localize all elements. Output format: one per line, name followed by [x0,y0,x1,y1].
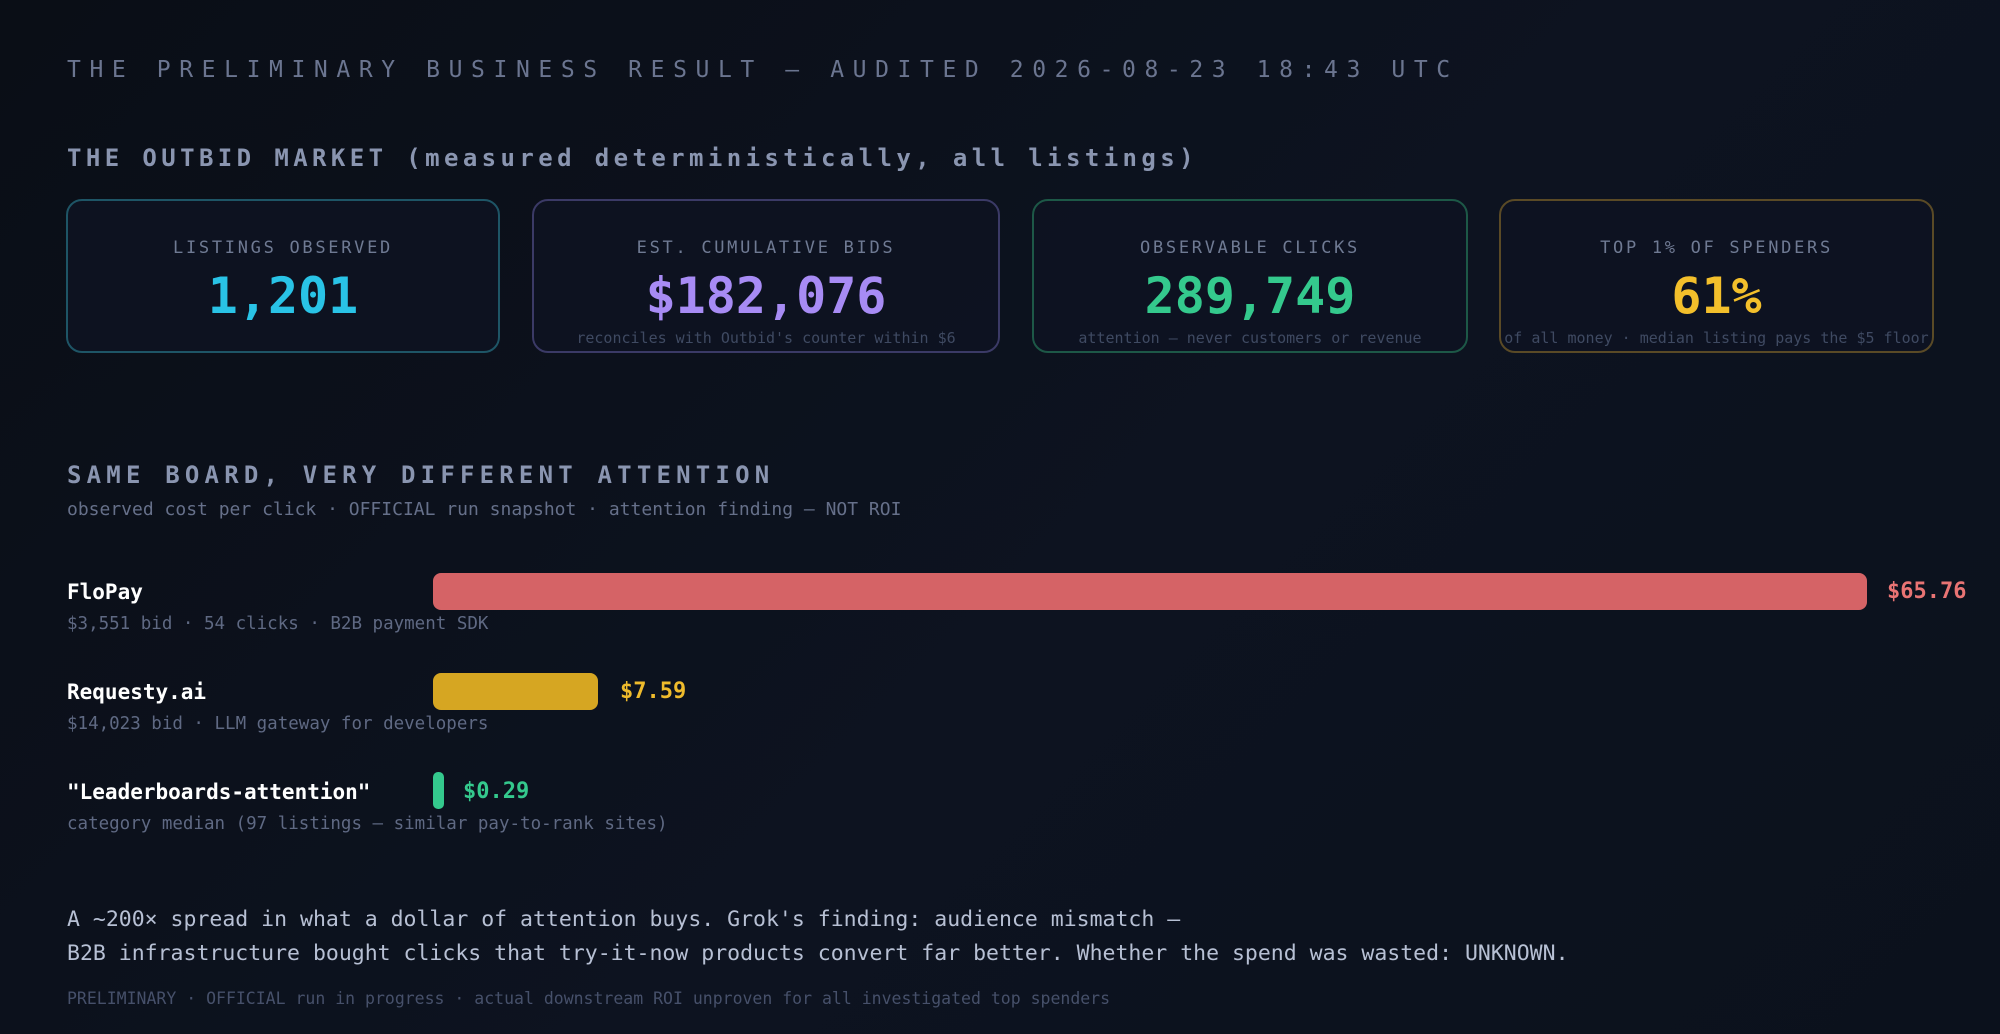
stat-card-note: reconciles with Outbid's counter within … [576,329,956,347]
stat-card-label: TOP 1% OF SPENDERS [1600,238,1833,258]
cost-bar-flopay [433,573,1867,610]
stat-card-label: EST. CUMULATIVE BIDS [636,238,896,258]
stat-card-top-spenders: TOP 1% OF SPENDERS 61% of all money · me… [1499,199,1934,353]
stat-card-note: attention — never customers or revenue [1078,329,1422,347]
stat-card-value: 289,749 [1144,267,1356,325]
stat-card-bids: EST. CUMULATIVE BIDS $182,076 reconciles… [532,199,1000,353]
stat-card-note: of all money · median listing pays the $… [1504,329,1929,347]
cost-value-requesty: $7.59 [620,679,687,704]
market-section-title: THE OUTBID MARKET (measured deterministi… [67,144,1198,172]
stat-card-label: OBSERVABLE CLICKS [1140,238,1360,258]
stat-card-listings: LISTINGS OBSERVED 1,201 [66,199,500,353]
row-meta-flopay: $3,551 bid · 54 clicks · B2B payment SDK [67,614,489,634]
conclusion-line-1: A ~200× spread in what a dollar of atten… [67,907,1181,932]
stat-card-value: $182,076 [645,267,887,325]
cost-bar-category-median [433,772,444,809]
row-name-requesty: Requesty.ai [67,680,207,704]
stat-card-value: 61% [1671,267,1762,325]
footnote: PRELIMINARY · OFFICIAL run in progress ·… [67,989,1111,1008]
conclusion-line-2: B2B infrastructure bought clicks that tr… [67,941,1569,966]
row-meta-requesty: $14,023 bid · LLM gateway for developers [67,714,489,734]
board-section-title: SAME BOARD, VERY DIFFERENT ATTENTION [67,461,775,489]
row-name-flopay: FloPay [67,580,143,604]
stat-card-value: 1,201 [207,267,359,325]
row-name-category-median: "Leaderboards-attention" [67,780,371,804]
cost-bar-requesty [433,673,598,710]
board-section-subtitle: observed cost per click · OFFICIAL run s… [67,499,902,520]
stat-card-clicks: OBSERVABLE CLICKS 289,749 attention — ne… [1032,199,1468,353]
cost-value-flopay: $65.76 [1887,579,1967,604]
cost-value-category-median: $0.29 [463,779,530,804]
row-meta-category-median: category median (97 listings — similar p… [67,814,668,834]
page-headline: THE PRELIMINARY BUSINESS RESULT — AUDITE… [67,57,1459,83]
stat-card-label: LISTINGS OBSERVED [173,238,393,258]
